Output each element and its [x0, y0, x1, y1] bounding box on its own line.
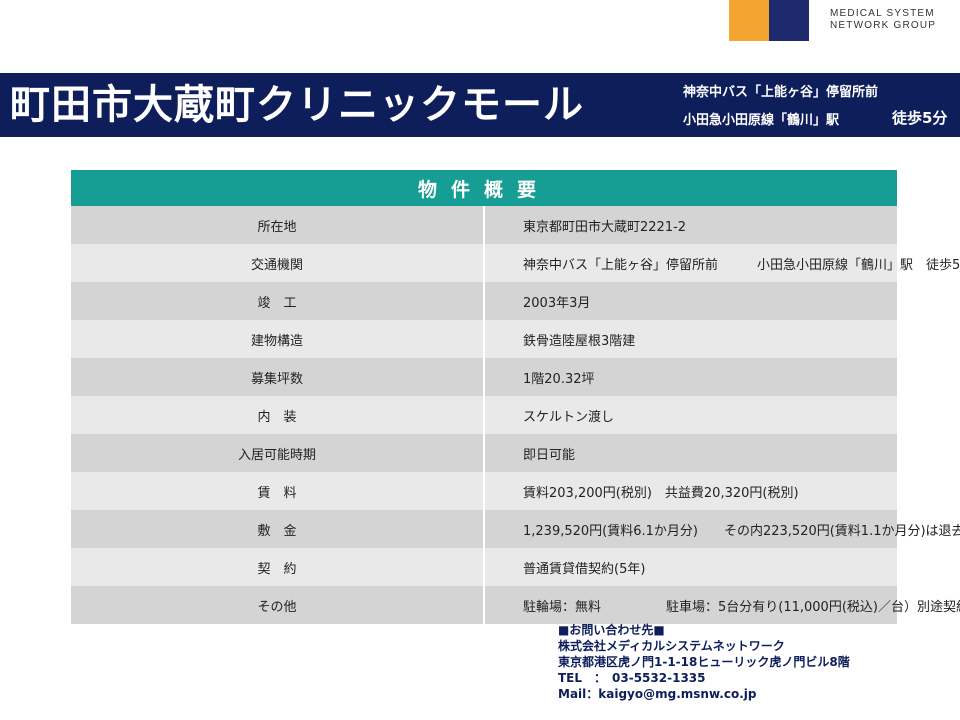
contact-tel: TEL ： 03-5532-1335 — [558, 671, 706, 685]
row-value: 2003年3月 — [484, 282, 897, 320]
row-label: その他 — [71, 586, 485, 624]
table-row: 内 装スケルトン渡し — [71, 396, 897, 434]
table-row: 所在地 東京都町田市大蔵町2221-2 — [71, 206, 897, 244]
row-label: 内 装 — [71, 396, 485, 434]
table-body: 所在地 東京都町田市大蔵町2221-2 交通機関 神奈中バス「上能ヶ谷」停留所前 小田… — [71, 206, 960, 624]
table-row: 竣 工 2003年3月 — [71, 282, 897, 320]
logo-mark — [729, 0, 809, 41]
row-value: 即日可能 — [484, 434, 897, 472]
table-row: 賃 料賃料203,200円(税別) 共益費20,320円(税別) — [71, 472, 897, 510]
table-row: その他 駐輪場：無料 駐車場：5台分有り(11,000円(税込)／台）別途契約必要 — [71, 586, 960, 624]
logo-text: MEDICAL SYSTEM NETWORK GROUP — [830, 8, 936, 32]
table-row: 募集坪数 1階20.32坪 — [71, 358, 897, 396]
row-value: 賃料203,200円(税別) 共益費20,320円(税別) — [484, 472, 897, 510]
logo-line-1: MEDICAL SYSTEM — [830, 8, 935, 19]
row-value: 1,239,520円(賃料6.1か月分) その内223,520円(賃料1.1か月… — [484, 510, 960, 548]
row-label: 賃 料 — [71, 472, 485, 510]
table-row: 入居可能時期 即日可能 — [71, 434, 897, 472]
logo-orange-square — [729, 0, 769, 41]
access-walk-time: 徒歩5分 — [892, 109, 948, 127]
row-value: 普通賃貸借契約(5年) — [484, 548, 897, 586]
row-label: 入居可能時期 — [71, 434, 485, 472]
row-label: 所在地 — [71, 206, 485, 244]
property-summary-table: 物件概要 所在地 東京都町田市大蔵町2221-2 交通機関 神奈中バス「上能ヶ谷」停留… — [71, 170, 960, 624]
table-row: 敷 金 1,239,520円(賃料6.1か月分) その内223,520円(賃料1.… — [71, 510, 960, 548]
row-label: 契 約 — [71, 548, 485, 586]
row-value: 東京都町田市大蔵町2221-2 — [484, 206, 897, 244]
table-row: 建物構造 鉄骨造陸屋根3階建 — [71, 320, 897, 358]
table-row: 契 約普通賃貸借契約(5年) — [71, 548, 897, 586]
access-bus: 神奈中バス「上能ヶ谷」停留所前 — [683, 85, 879, 100]
row-value: 駐輪場：無料 駐車場：5台分有り(11,000円(税込)／台）別途契約必要 — [484, 586, 960, 624]
row-label: 敷 金 — [71, 510, 485, 548]
row-label: 建物構造 — [71, 320, 485, 358]
access-train-station: 小田急小田原線「鶴川」駅 — [683, 113, 840, 128]
row-label: 交通機関 — [71, 244, 485, 282]
contact-heading: ■お問い合わせ先■ — [558, 623, 665, 637]
row-label: 募集坪数 — [71, 358, 485, 396]
row-value: スケルトン渡し — [484, 396, 897, 434]
logo-line-2: NETWORK GROUP — [830, 20, 937, 31]
row-value: 1階20.32坪 — [484, 358, 897, 396]
logo-navy-square — [769, 0, 809, 41]
page-title: 町田市大蔵町クリニックモール — [10, 82, 584, 128]
contact-company: 株式会社メディカルシステムネットワーク — [558, 639, 785, 653]
table-heading: 物件概要 — [71, 170, 897, 206]
contact-mail: Mail：kaigyo@mg.msnw.co.jp — [558, 687, 757, 701]
row-label: 竣 工 — [71, 282, 485, 320]
contact-info: ■お問い合わせ先■ 株式会社メディカルシステムネットワーク 東京都港区虎ノ門1-… — [558, 622, 850, 702]
access-train: 小田急小田原線「鶴川」駅 徒歩5分 — [683, 109, 947, 128]
table-row: 交通機関 神奈中バス「上能ヶ谷」停留所前 小田急小田原線「鶴川」駅 徒歩5分 — [71, 244, 960, 282]
title-bar: 町田市大蔵町クリニックモール 神奈中バス「上能ヶ谷」停留所前 小田急小田原線「鶴… — [0, 73, 960, 137]
row-value: 鉄骨造陸屋根3階建 — [484, 320, 897, 358]
contact-address: 東京都港区虎ノ門1-1-18ヒューリック虎ノ門ビル8階 — [558, 655, 850, 669]
row-value: 神奈中バス「上能ヶ谷」停留所前 小田急小田原線「鶴川」駅 徒歩5分 — [484, 244, 960, 282]
